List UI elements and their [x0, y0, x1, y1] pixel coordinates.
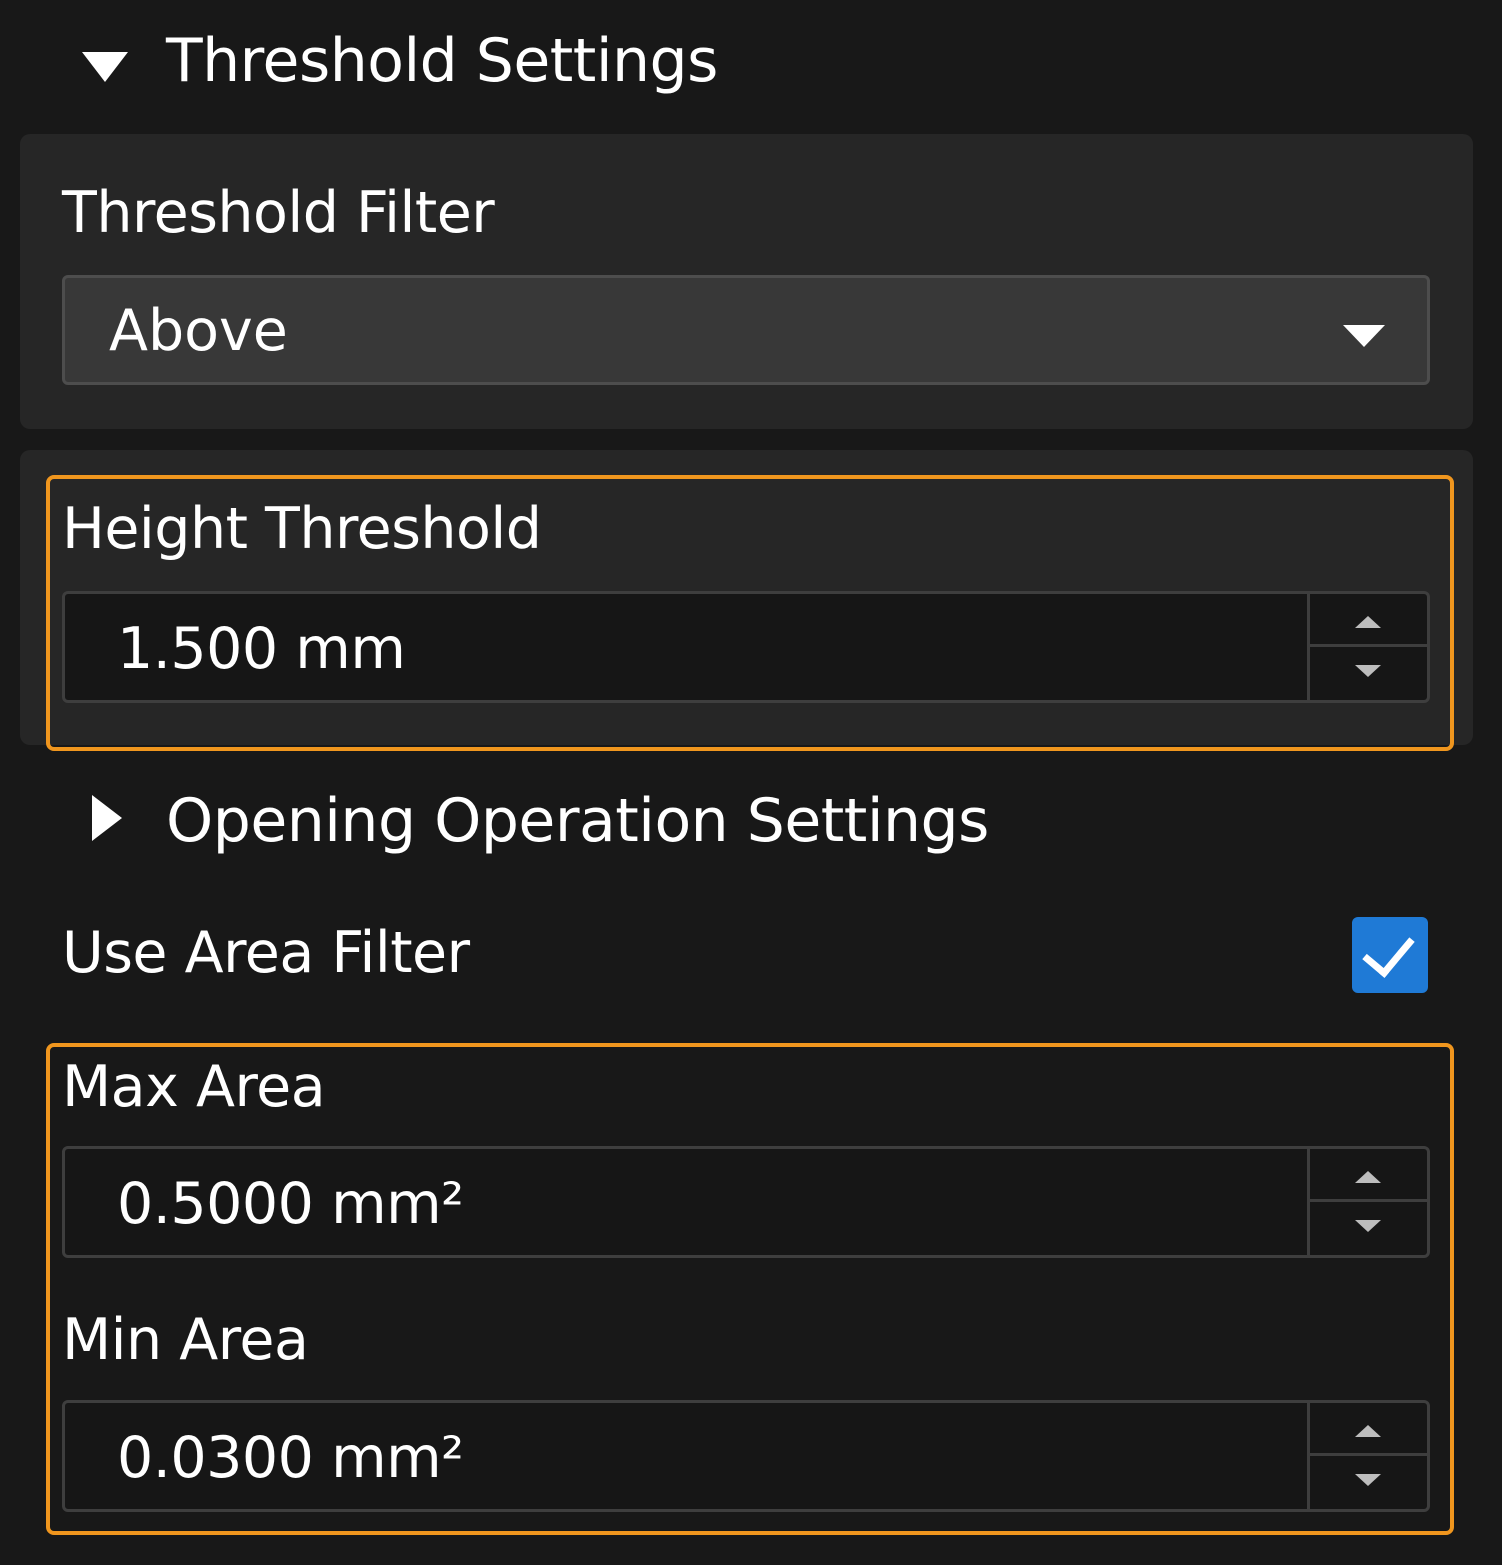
- opening-operation-settings-header[interactable]: Opening Operation Settings: [0, 770, 1502, 870]
- triangle-right-icon: [92, 795, 122, 841]
- min-area-value[interactable]: 0.0300 mm²: [117, 1425, 464, 1491]
- chevron-up-icon: [1355, 616, 1381, 628]
- dropdown-arrow-icon: [1343, 325, 1385, 347]
- max-area-label: Max Area: [62, 1054, 326, 1120]
- min-area-stepper: [1307, 1403, 1427, 1509]
- max-area-increment-button[interactable]: [1310, 1149, 1427, 1202]
- threshold-filter-label: Threshold Filter: [62, 180, 495, 246]
- height-threshold-label: Height Threshold: [62, 496, 542, 562]
- chevron-down-icon: [1355, 665, 1381, 677]
- max-area-value[interactable]: 0.5000 mm²: [117, 1171, 464, 1237]
- threshold-filter-dropdown[interactable]: Above: [62, 275, 1430, 385]
- min-area-decrement-button[interactable]: [1310, 1456, 1427, 1509]
- min-area-increment-button[interactable]: [1310, 1403, 1427, 1456]
- height-threshold-value[interactable]: 1.500 mm: [117, 616, 406, 682]
- height-threshold-increment-button[interactable]: [1310, 594, 1427, 647]
- triangle-down-icon: [82, 52, 128, 82]
- height-threshold-stepper: [1307, 594, 1427, 700]
- max-area-decrement-button[interactable]: [1310, 1202, 1427, 1255]
- checkmark-icon: [1362, 923, 1415, 978]
- min-area-label: Min Area: [62, 1307, 309, 1373]
- use-area-filter-label: Use Area Filter: [62, 920, 470, 986]
- threshold-settings-header[interactable]: Threshold Settings: [0, 12, 1502, 112]
- max-area-stepper: [1307, 1149, 1427, 1255]
- chevron-down-icon: [1355, 1474, 1381, 1486]
- use-area-filter-checkbox[interactable]: [1352, 917, 1428, 993]
- threshold-filter-value: Above: [109, 298, 288, 364]
- opening-operation-settings-title: Opening Operation Settings: [166, 786, 989, 856]
- chevron-down-icon: [1355, 1220, 1381, 1232]
- chevron-up-icon: [1355, 1425, 1381, 1437]
- height-threshold-spinbox[interactable]: 1.500 mm: [62, 591, 1430, 703]
- chevron-up-icon: [1355, 1171, 1381, 1183]
- max-area-spinbox[interactable]: 0.5000 mm²: [62, 1146, 1430, 1258]
- threshold-settings-title: Threshold Settings: [166, 26, 718, 96]
- height-threshold-decrement-button[interactable]: [1310, 647, 1427, 700]
- min-area-spinbox[interactable]: 0.0300 mm²: [62, 1400, 1430, 1512]
